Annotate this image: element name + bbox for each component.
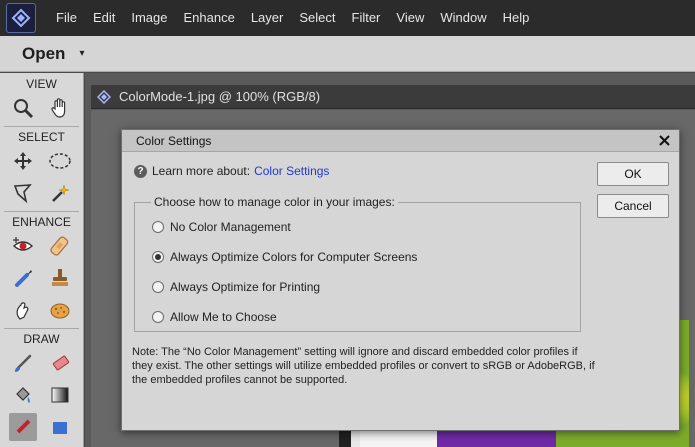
open-button[interactable]: Open	[22, 44, 65, 64]
learn-more-label: Learn more about:	[152, 164, 251, 178]
menu-edit[interactable]: Edit	[85, 0, 123, 36]
option-optimize-printing[interactable]: Always Optimize for Printing	[152, 280, 320, 294]
menu-image[interactable]: Image	[123, 0, 175, 36]
menu-file[interactable]: File	[48, 0, 85, 36]
option-label: Allow Me to Choose	[170, 310, 277, 324]
radio-button[interactable]	[152, 221, 164, 233]
divider	[4, 328, 79, 329]
hand-icon[interactable]	[46, 94, 74, 122]
menu-filter[interactable]: Filter	[344, 0, 389, 36]
document-icon	[97, 89, 111, 104]
option-optimize-computer-screens[interactable]: Always Optimize Colors for Computer Scre…	[152, 250, 417, 264]
menu-layer[interactable]: Layer	[243, 0, 292, 36]
color-settings-dialog: Color Settings ? Learn more about: Color…	[121, 129, 680, 431]
option-label: Always Optimize Colors for Computer Scre…	[170, 250, 418, 264]
menu-view[interactable]: View	[388, 0, 432, 36]
divider	[4, 211, 79, 212]
shape-icon[interactable]	[46, 413, 74, 441]
open-dropdown-icon[interactable]: ▾	[79, 48, 84, 59]
learn-more-link[interactable]: Color Settings	[254, 164, 329, 178]
menu-window[interactable]: Window	[432, 0, 494, 36]
option-allow-me-to-choose[interactable]: Allow Me to Choose	[152, 310, 277, 324]
ok-button[interactable]: OK	[597, 162, 669, 186]
elliptical-marquee-icon[interactable]	[46, 147, 74, 175]
group-legend: Choose how to manage color in your image…	[151, 195, 398, 209]
red-eye-icon[interactable]	[9, 232, 37, 260]
radio-button[interactable]	[152, 311, 164, 323]
cancel-button[interactable]: Cancel	[597, 194, 669, 218]
dialog-titlebar[interactable]: Color Settings	[122, 130, 679, 152]
option-no-color-management[interactable]: No Color Management	[152, 220, 291, 234]
dialog-note: Note: The “No Color Management” setting …	[132, 346, 595, 386]
smudge-icon[interactable]	[9, 296, 37, 324]
toolbox-section-draw: DRAW	[23, 332, 60, 346]
brush-icon[interactable]	[9, 349, 37, 377]
zoom-icon[interactable]	[9, 94, 37, 122]
pencil-icon[interactable]	[8, 413, 37, 441]
option-label: No Color Management	[170, 220, 291, 234]
menu-enhance[interactable]: Enhance	[176, 0, 243, 36]
gradient-icon[interactable]	[46, 381, 74, 409]
clone-stamp-icon[interactable]	[46, 264, 74, 292]
toolbox: VIEW SELECT ENHANCE DRAW	[0, 73, 84, 447]
document-tab[interactable]: ColorMode-1.jpg @ 100% (RGB/8)	[91, 85, 695, 109]
close-icon[interactable]	[655, 132, 673, 150]
divider	[4, 126, 79, 127]
menu-select[interactable]: Select	[291, 0, 343, 36]
option-label: Always Optimize for Printing	[170, 280, 321, 294]
toolbox-section-enhance: ENHANCE	[12, 215, 71, 229]
dialog-title: Color Settings	[136, 133, 212, 148]
eraser-icon[interactable]	[46, 349, 74, 377]
toolbox-section-view: VIEW	[26, 77, 57, 91]
sponge-icon[interactable]	[46, 296, 74, 324]
smart-brush-icon[interactable]	[9, 264, 37, 292]
toolbox-section-select: SELECT	[18, 130, 65, 144]
lasso-icon[interactable]	[9, 179, 37, 207]
paint-bucket-icon[interactable]	[9, 381, 37, 409]
magic-wand-icon[interactable]	[46, 179, 74, 207]
menu-bar: File Edit Image Enhance Layer Select Fil…	[0, 0, 695, 36]
document-title: ColorMode-1.jpg @ 100% (RGB/8)	[119, 89, 321, 104]
radio-button[interactable]	[152, 281, 164, 293]
menu-help[interactable]: Help	[495, 0, 538, 36]
open-bar: Open ▾	[0, 36, 695, 72]
help-icon: ?	[134, 164, 147, 178]
radio-button-selected[interactable]	[152, 251, 164, 263]
learn-more-row: ? Learn more about: Color Settings	[134, 164, 329, 178]
app-logo-icon[interactable]	[6, 3, 36, 33]
color-management-group: Choose how to manage color in your image…	[134, 195, 581, 332]
move-icon[interactable]	[9, 147, 37, 175]
spot-healing-icon[interactable]	[46, 232, 74, 260]
